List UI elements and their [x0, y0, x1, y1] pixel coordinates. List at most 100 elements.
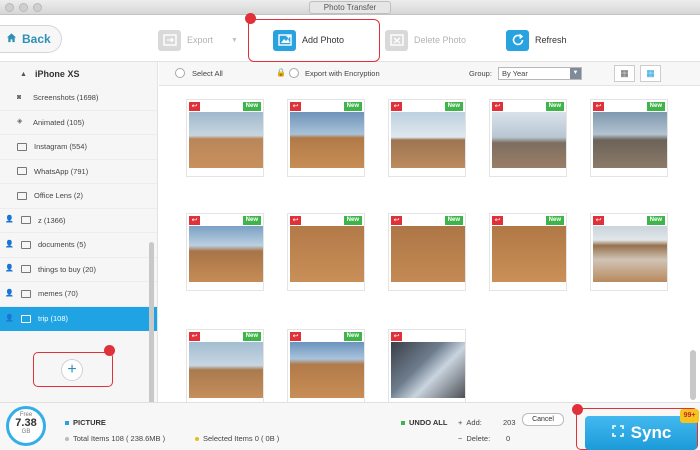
device-header[interactable]: ▲ iPhone XS — [0, 62, 157, 86]
new-badge: New — [343, 332, 362, 341]
sidebar-item-label: Office Lens (2) — [34, 191, 84, 201]
sidebar-item-things-to-buy[interactable]: 👤 things to buy (20) — [0, 258, 157, 282]
photo-tile[interactable]: ↩ New — [489, 213, 567, 291]
photo-tile[interactable]: ↩ New — [590, 99, 668, 177]
sidebar-item-animated[interactable]: ◈ Animated (105) — [0, 111, 157, 135]
sidebar-item-label: WhatsApp (791) — [34, 166, 89, 176]
sidebar-item-office-lens[interactable]: Office Lens (2) — [0, 184, 157, 209]
album-icon — [21, 216, 31, 225]
grid-large-icon: ▦ — [620, 68, 629, 78]
restore-icon[interactable]: ↩ — [391, 332, 402, 341]
new-badge: New — [545, 216, 564, 225]
add-album-highlight-dot — [104, 345, 115, 356]
export-icon — [158, 29, 181, 51]
shared-user-icon: 👤 — [5, 314, 14, 322]
photo-grid: ↩ New ↩ New ↩ New ↩ New ↩ New ↩ New ↩ Ne… — [159, 86, 690, 407]
sidebar-item-z[interactable]: 👤 z (1366) — [0, 209, 157, 233]
export-dropdown-icon[interactable]: ▼ — [231, 37, 238, 44]
photo-tile[interactable]: ↩ New — [186, 329, 264, 407]
restore-icon[interactable]: ↩ — [189, 332, 200, 341]
photo-tile[interactable]: ↩ New — [186, 99, 264, 177]
restore-icon[interactable]: ↩ — [189, 102, 200, 111]
refresh-icon — [506, 29, 529, 51]
album-icon — [21, 240, 31, 249]
export-encryption-label: Export with Encryption — [305, 69, 380, 78]
sidebar-scrollbar[interactable] — [149, 242, 154, 402]
restore-icon[interactable]: ↩ — [492, 216, 503, 225]
shared-user-icon: 👤 — [5, 265, 14, 273]
export-encryption-checkbox[interactable] — [289, 68, 299, 78]
collapse-triangle-icon[interactable]: ▲ — [20, 71, 27, 78]
title-bar: Photo Transfer — [0, 0, 700, 15]
photo-thumbnail — [189, 342, 263, 398]
back-button[interactable]: Back — [0, 25, 62, 53]
new-badge: New — [444, 102, 463, 111]
large-grid-view-button[interactable]: ▦ — [614, 65, 635, 82]
sidebar-item-whatsapp[interactable]: WhatsApp (791) — [0, 160, 157, 184]
select-all-label: Select All — [192, 69, 223, 78]
sidebar-item-documents[interactable]: 👤 documents (5) — [0, 233, 157, 258]
sidebar-item-label: trip (108) — [38, 314, 69, 324]
sync-label: Sync — [630, 423, 672, 442]
photo-tile[interactable]: ↩ New — [287, 213, 365, 291]
restore-icon[interactable]: ↩ — [593, 102, 604, 111]
sidebar-item-trip[interactable]: 👤 trip (108) — [0, 306, 157, 331]
export-button[interactable]: Export ▼ — [158, 27, 238, 53]
restore-icon[interactable]: ↩ — [492, 102, 503, 111]
select-all-checkbox[interactable] — [175, 68, 185, 78]
photo-tile[interactable]: ↩ New — [388, 99, 466, 177]
total-items-text: Total Items 108 ( 238.6MB ) — [73, 434, 166, 443]
sidebar-item-label: z (1366) — [38, 215, 66, 225]
small-grid-view-button[interactable]: ▦ — [640, 65, 661, 82]
restore-icon[interactable]: ↩ — [189, 216, 200, 225]
category-marker-icon — [65, 421, 69, 426]
restore-icon[interactable]: ↩ — [290, 332, 301, 341]
cancel-button[interactable]: Cancel — [522, 413, 564, 426]
photo-tile[interactable]: ↩ New — [287, 329, 365, 407]
group-select-value: By Year — [502, 69, 528, 78]
add-photo-highlight-dot — [245, 13, 256, 24]
shared-user-icon: 👤 — [5, 216, 14, 224]
grid-scrollbar[interactable] — [690, 350, 696, 400]
photo-tile[interactable]: ↩ New — [388, 213, 466, 291]
photo-thumbnail — [492, 112, 566, 168]
new-badge: New — [343, 102, 362, 111]
delete-photo-button[interactable]: Delete Photo — [385, 27, 466, 53]
filter-bar: Select All 🔒 Export with Encryption Grou… — [159, 62, 700, 86]
photo-tile[interactable]: ↩ — [388, 329, 466, 407]
sidebar-item-label: Screenshots (1698) — [33, 93, 99, 103]
refresh-button[interactable]: Refresh — [506, 27, 567, 53]
add-album-button[interactable]: + — [61, 359, 83, 381]
category-text: PICTURE — [73, 418, 106, 427]
restore-icon[interactable]: ↩ — [290, 216, 301, 225]
animated-icon: ◈ — [17, 118, 23, 126]
sidebar-item-label: Instagram (554) — [34, 142, 87, 152]
group-select[interactable]: By Year ▼ — [498, 67, 582, 80]
undo-marker-icon — [401, 421, 405, 426]
restore-icon[interactable]: ↩ — [391, 216, 402, 225]
sidebar: ▲ iPhone XS ◙ Screenshots (1698) ◈ Anima… — [0, 62, 158, 402]
album-icon — [17, 142, 27, 151]
undo-all-button[interactable]: UNDO ALL — [401, 418, 447, 427]
sidebar-item-memes[interactable]: 👤 memes (70) — [0, 282, 157, 307]
new-badge: New — [242, 102, 261, 111]
restore-icon[interactable]: ↩ — [290, 102, 301, 111]
sidebar-item-label: things to buy (20) — [38, 264, 96, 274]
photo-tile[interactable]: ↩ New — [186, 213, 264, 291]
album-icon — [17, 191, 27, 200]
free-space-gauge: Free 7.38 GB — [6, 406, 46, 446]
device-name: iPhone XS — [34, 69, 80, 79]
sync-icon — [611, 423, 625, 443]
sidebar-item-screenshots[interactable]: ◙ Screenshots (1698) — [0, 86, 157, 111]
plus-icon: + — [458, 418, 463, 427]
restore-icon[interactable]: ↩ — [593, 216, 604, 225]
photo-tile[interactable]: ↩ New — [489, 99, 567, 177]
minus-icon: − — [458, 434, 463, 443]
sidebar-item-instagram[interactable]: Instagram (554) — [0, 135, 157, 160]
photo-tile[interactable]: ↩ New — [287, 99, 365, 177]
window-title: Photo Transfer — [308, 1, 392, 14]
lock-icon: 🔒 — [276, 68, 286, 77]
photo-tile[interactable]: ↩ New — [590, 213, 668, 291]
restore-icon[interactable]: ↩ — [391, 102, 402, 111]
photo-thumbnail — [189, 112, 263, 168]
